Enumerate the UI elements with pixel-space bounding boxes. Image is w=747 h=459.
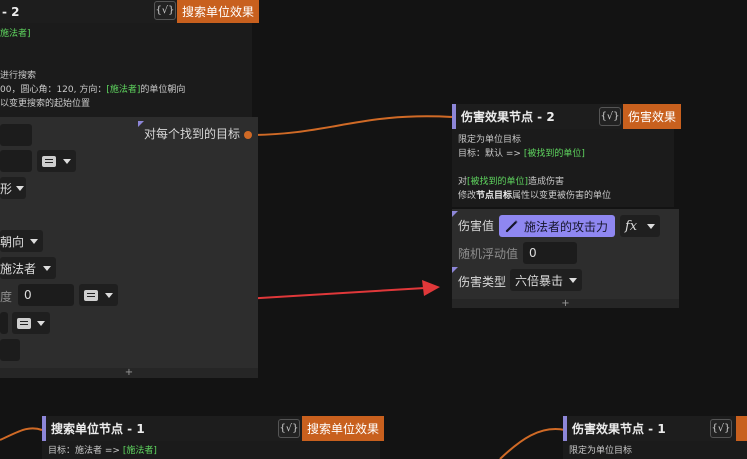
validate-button[interactable]: {√} (599, 107, 621, 126)
connection-wire-search-to-damage (247, 115, 453, 136)
annotation-arrow-head (422, 280, 440, 296)
chevron-down-icon (43, 265, 51, 271)
list-icon (84, 289, 98, 301)
angle-mode-dropdown[interactable] (79, 284, 118, 306)
fx-icon: fx (625, 218, 638, 234)
search-unit-node-2[interactable]: - 2 {√} 搜索单位效果 施法者] 进行搜索 00，圆心角：120, 方向：… (0, 0, 260, 378)
damage-type-dropdown[interactable]: 六倍暴击 (510, 269, 582, 291)
offset-input[interactable] (0, 312, 8, 334)
node-type-tag: 伤害效果 (623, 104, 682, 129)
input-port-accent[interactable] (452, 104, 456, 129)
node-body: 对每个找到的目标 形 朝向 施法者 度 0 (0, 117, 258, 368)
node-description: 施法者] 进行搜索 00，圆心角：120, 方向：[施法者]的单位朝向 以变更搜… (0, 23, 252, 117)
direction-source-dropdown[interactable]: 施法者 (0, 257, 56, 279)
output-port-label: 对每个找到的目标 (144, 127, 241, 141)
offset-mode-dropdown[interactable] (12, 312, 50, 334)
node-type-tag-partial (736, 416, 747, 441)
node-title: 伤害效果节点 - 2 (461, 110, 555, 124)
chevron-down-icon (16, 185, 25, 191)
check-bracket-icon: {√} (279, 423, 299, 434)
random-float-label: 随机浮动值 (458, 247, 519, 261)
extra-input[interactable] (0, 339, 20, 361)
direction-dropdown[interactable]: 朝向 (0, 230, 43, 252)
shape-dropdown[interactable]: 形 (0, 177, 26, 199)
node-title: - 2 (2, 4, 20, 19)
node-type-tag: 搜索单位效果 (177, 0, 260, 23)
damage-type-label: 伤害类型 (458, 275, 507, 289)
add-row-button[interactable]: + (452, 299, 679, 309)
random-float-input[interactable]: 0 (523, 242, 577, 264)
check-bracket-icon: {√} (600, 111, 620, 122)
node-description: 限定为单位目标 (563, 441, 747, 459)
angle-label: 度 (0, 290, 13, 304)
node-description: 目标：施法者 => [施法者] (42, 441, 380, 459)
magic-wand-icon (505, 220, 518, 233)
chevron-down-icon (37, 320, 45, 326)
chevron-down-icon (647, 223, 655, 229)
angle-input[interactable]: 0 (18, 284, 74, 306)
node-title: 伤害效果节点 - 1 (572, 422, 666, 436)
connection-wire-bottom-right (499, 428, 566, 459)
formula-dropdown[interactable]: fx (620, 215, 660, 237)
input-port-accent[interactable] (42, 416, 46, 441)
radius-input[interactable] (0, 124, 32, 146)
validate-button[interactable]: {√} (710, 419, 732, 438)
range-input[interactable] (0, 150, 32, 172)
chevron-down-icon (63, 158, 71, 164)
output-port-dot[interactable] (244, 131, 252, 139)
check-bracket-icon: {√} (711, 423, 731, 434)
connection-wire-bottom-left (0, 427, 43, 441)
chevron-down-icon (105, 292, 113, 298)
add-row-button[interactable]: + (0, 368, 258, 378)
validate-button[interactable]: {√} (154, 1, 176, 20)
validate-button[interactable]: {√} (278, 419, 300, 438)
chevron-down-icon (30, 238, 38, 244)
search-unit-node-1[interactable]: 搜索单位节点 - 1 {√} 搜索单位效果 目标：施法者 => [施法者] (42, 416, 385, 459)
chevron-down-icon (569, 277, 577, 283)
node-title: 搜索单位节点 - 1 (51, 422, 145, 436)
list-icon (42, 155, 56, 167)
list-icon (17, 317, 31, 329)
input-port-accent[interactable] (563, 416, 567, 441)
range-mode-dropdown[interactable] (37, 150, 76, 172)
node-body: 伤害值 施法者的攻击力 fx 随机浮动值 0 伤害类型 六倍暴击 (452, 209, 679, 299)
damage-effect-node-1[interactable]: 伤害效果节点 - 1 {√} 限定为单位目标 (563, 416, 747, 459)
check-bracket-icon: {√} (155, 5, 175, 16)
damage-effect-node-2[interactable]: 伤害效果节点 - 2 {√} 伤害效果 限定为单位目标 目标：默认 => [被找… (452, 104, 682, 309)
node-description: 限定为单位目标 目标：默认 => [被找到的单位] 对[被找到的单位]造成伤害 … (452, 129, 674, 207)
annotation-arrow-line (242, 287, 426, 300)
node-type-tag: 搜索单位效果 (302, 416, 385, 441)
damage-value-label: 伤害值 (458, 219, 495, 233)
damage-value-chip[interactable]: 施法者的攻击力 (499, 215, 615, 237)
